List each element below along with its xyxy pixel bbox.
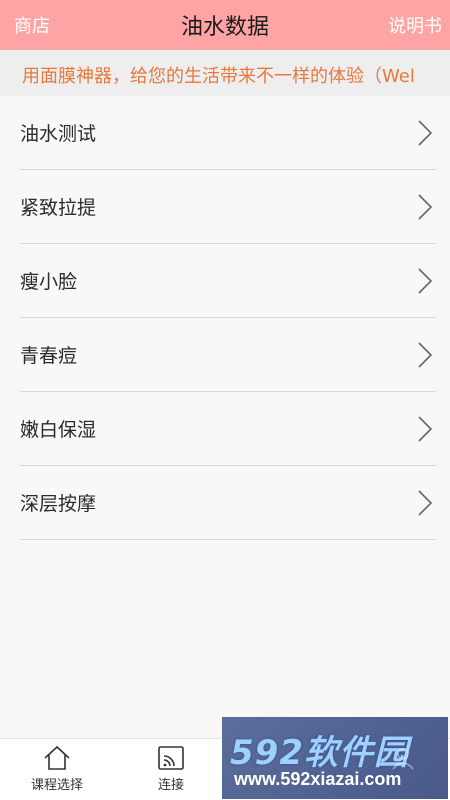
tab-label: 连接 (157, 778, 184, 793)
chevron-right-icon (418, 415, 433, 442)
list-item-slim-face[interactable]: 瘦小脸 (20, 244, 436, 318)
list-item-firming-lift[interactable]: 紧致拉提 (20, 170, 436, 244)
list-item-label: 油水测试 (20, 123, 97, 145)
tab-label: 课程选择 (30, 778, 83, 793)
announcement-marquee: 用面膜神器，给您的生活带来不一样的体验（Wel (0, 50, 450, 96)
list-item-oil-water-test[interactable]: 油水测试 (20, 96, 436, 170)
list-item-label: 深层按摩 (20, 493, 97, 515)
list-item-deep-massage[interactable]: 深层按摩 (20, 466, 436, 540)
marquee-text: 用面膜神器，给您的生活带来不一样的体验（Wel (22, 66, 415, 87)
chevron-right-icon (418, 119, 433, 146)
watermark-logo: 592软件园 (230, 733, 409, 773)
list-item-acne[interactable]: 青春痘 (20, 318, 436, 392)
chevron-right-icon (418, 341, 433, 368)
cast-icon (158, 746, 184, 770)
list-item-label: 瘦小脸 (20, 271, 78, 293)
store-button[interactable]: 商店 (14, 0, 50, 50)
top-bar: 商店 油水数据 说明书 (0, 0, 450, 50)
list-item-label: 嫩白保湿 (20, 419, 97, 441)
list-item-label: 青春痘 (20, 345, 78, 367)
list-item-whitening[interactable]: 嫩白保湿 (20, 392, 436, 466)
watermark-overlay: 592软件园 www.592xiazai.com (222, 717, 448, 799)
home-icon (44, 745, 70, 770)
list-item-label: 紧致拉提 (20, 197, 97, 219)
chevron-right-icon (418, 489, 433, 516)
mode-list: 油水测试 紧致拉提 瘦小脸 青春痘 嫩白保湿 深层按摩 (20, 96, 436, 540)
tab-course-select[interactable]: 课程选择 (2, 739, 112, 800)
chevron-right-icon (418, 193, 433, 220)
person-icon (392, 748, 414, 770)
chevron-right-icon (418, 267, 433, 294)
watermark-url: www.592xiazai.com (234, 769, 402, 789)
page-title: 油水数据 (180, 15, 269, 40)
manual-button[interactable]: 说明书 (388, 0, 442, 50)
tab-connect[interactable]: 连接 (116, 739, 226, 800)
